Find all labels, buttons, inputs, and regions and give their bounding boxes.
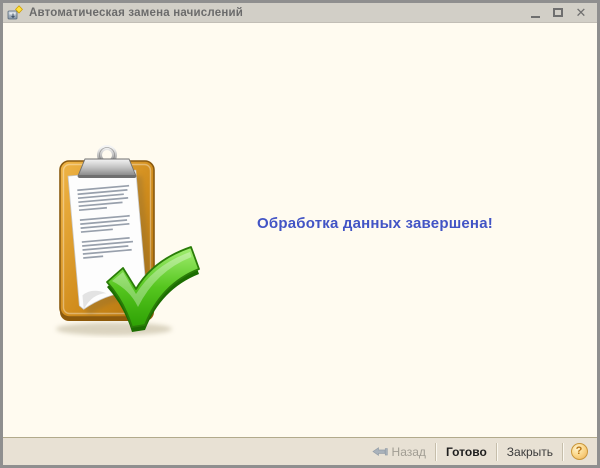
close-icon: ✕ [576, 7, 587, 19]
back-button-label: Назад [392, 445, 426, 459]
footer-separator [562, 443, 564, 461]
maximize-icon [553, 8, 563, 17]
minimize-button[interactable] [529, 7, 541, 19]
maximize-button[interactable] [552, 7, 564, 19]
window-controls: ✕ [529, 7, 587, 19]
footer-separator [496, 443, 498, 461]
close-dialog-button[interactable]: Закрыть [499, 441, 561, 463]
close-button-label: Закрыть [507, 445, 553, 459]
processing-app-icon [7, 5, 23, 20]
completion-message: Обработка данных завершена! [257, 215, 493, 232]
help-button[interactable]: ? [567, 441, 591, 463]
done-button-label: Готово [446, 445, 487, 459]
done-button[interactable]: Готово [438, 441, 495, 463]
titlebar: Автоматическая замена начислений ✕ [3, 3, 597, 23]
wizard-content-area: Обработка данных завершена! [3, 23, 597, 437]
clipboard-checkmark-illustration [52, 143, 202, 338]
button-bar: Назад Готово Закрыть ? [3, 437, 597, 465]
footer-separator [435, 443, 437, 461]
back-button[interactable]: Назад [364, 441, 434, 463]
window-title: Автоматическая замена начислений [29, 7, 529, 19]
close-button[interactable]: ✕ [575, 7, 587, 19]
back-arrow-icon [372, 446, 388, 457]
minimize-icon [531, 16, 540, 18]
dialog-window: Автоматическая замена начислений ✕ [0, 0, 600, 468]
help-icon: ? [571, 443, 588, 460]
